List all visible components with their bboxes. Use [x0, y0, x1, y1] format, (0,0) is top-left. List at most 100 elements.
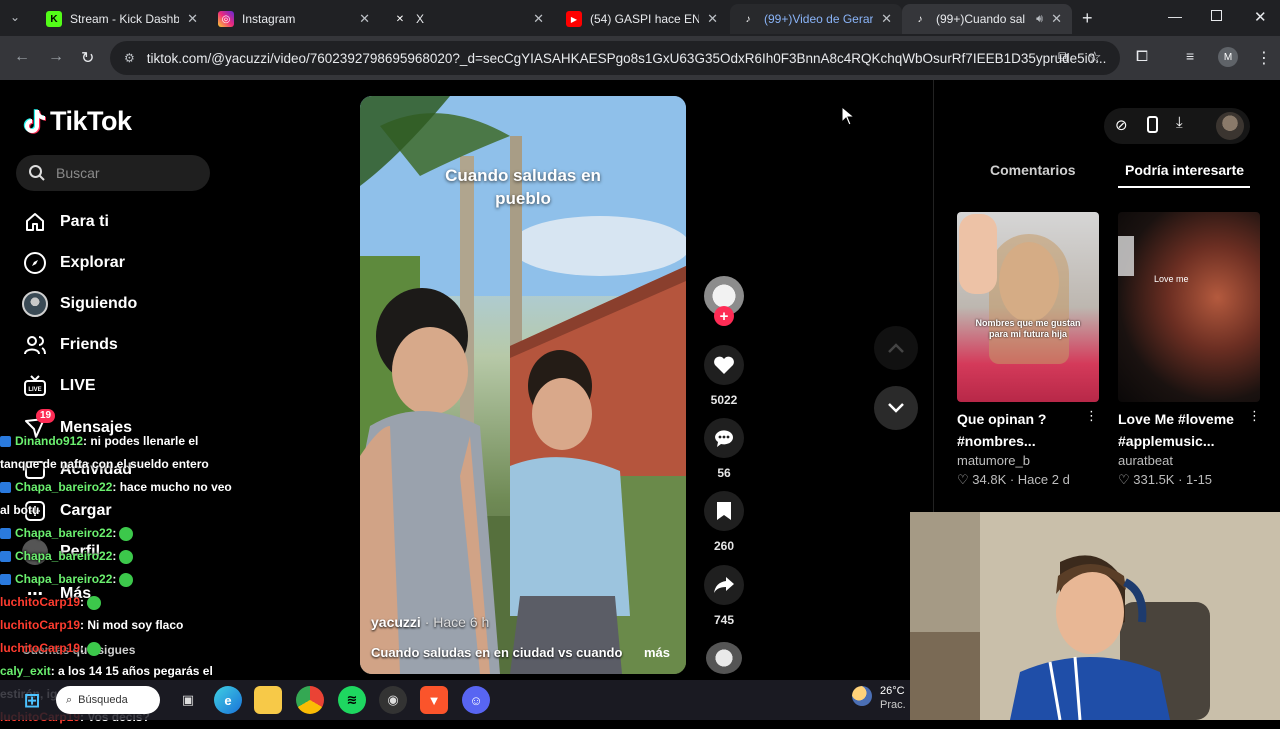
more-link[interactable]: más [644, 645, 670, 660]
chat-message: Chapa_bareiro22: [0, 545, 240, 568]
edge-icon[interactable]: e [214, 686, 242, 714]
suggested-video-thumbnail[interactable]: Nombres que me gustan para mi futura hij… [957, 212, 1099, 402]
taskbar-search-input[interactable]: ⌕ Búsqueda [56, 686, 160, 714]
nav-item-explorar[interactable]: Explorar [22, 249, 125, 277]
compass-small-icon[interactable]: ⊘ [1115, 116, 1128, 134]
extensions-icon[interactable]: ⧠ [1136, 48, 1148, 65]
suggested-video-user[interactable]: matumore_b [957, 453, 1099, 468]
download-icon[interactable]: ⤓ [1176, 114, 1183, 131]
obs-icon[interactable]: ◉ [379, 686, 407, 714]
kebab-menu-icon[interactable]: ⋮ [1248, 408, 1261, 424]
chat-username: luchitoCarp19 [0, 618, 81, 632]
chat-emote-icon [119, 526, 134, 541]
nav-item-friends[interactable]: Friends [22, 331, 118, 359]
heart-icon[interactable] [704, 345, 744, 385]
nav-item-live[interactable]: LIVE LIVE [22, 372, 96, 400]
brave-icon[interactable]: ▼ [420, 686, 448, 714]
thumbnail-light-strip [1118, 236, 1134, 276]
discord-icon[interactable]: ☺ [462, 686, 490, 714]
like-count: 5022 [710, 393, 738, 407]
tab-comentarios[interactable]: Comentarios [990, 162, 1076, 178]
next-video-button[interactable] [874, 386, 918, 430]
speaker-icon[interactable]: 🔊︎ [1036, 13, 1043, 26]
comment-icon[interactable] [704, 418, 744, 458]
chat-username: Dinando912 [15, 434, 84, 448]
browser-tab[interactable]: K Stream - Kick Dashbo ✕ [36, 4, 208, 34]
close-icon[interactable]: ✕ [707, 11, 718, 27]
bookmark-star-icon[interactable]: ☆ [1088, 48, 1101, 66]
windows-start-icon[interactable]: ⊞ [18, 686, 46, 714]
kebab-menu-icon[interactable]: ⋮ [1085, 408, 1098, 424]
suggested-video-card[interactable]: Love me Love Me #loveme #applemusic... a… [1118, 212, 1261, 488]
video-player[interactable]: Cuando saludas en pueblo yacuzzi · Hace … [360, 96, 686, 674]
browser-tab[interactable]: ♪ (99+)Video de Gerar ✕ [730, 4, 902, 34]
maximize-button[interactable] [1211, 10, 1222, 21]
chrome-icon[interactable] [296, 686, 324, 714]
window-close-button[interactable]: ✕ [1254, 8, 1267, 26]
follow-plus-button[interactable]: + [714, 306, 734, 326]
menu-kebab-icon[interactable]: ⋮ [1256, 48, 1272, 68]
back-arrow-icon[interactable]: ← [14, 48, 30, 66]
chat-text: : [80, 595, 85, 609]
close-icon[interactable]: ✕ [187, 11, 198, 27]
share-icon[interactable] [704, 565, 744, 605]
tab-search-button[interactable]: ⌄ [10, 10, 20, 24]
nav-item-para-ti[interactable]: Para ti [22, 208, 109, 236]
suggested-video-title[interactable]: Love Me #loveme #applemusic... [1118, 408, 1260, 452]
close-icon[interactable]: ✕ [1051, 11, 1062, 27]
minimize-button[interactable]: — [1168, 8, 1182, 24]
music-disc-icon[interactable] [706, 642, 742, 674]
following-avatar-icon [22, 291, 48, 317]
spotify-icon[interactable]: ≋ [338, 686, 366, 714]
live-icon: LIVE [22, 373, 48, 399]
suggested-video-user[interactable]: auratbeat [1118, 453, 1260, 468]
video-author-row: yacuzzi · Hace 6 h [371, 614, 489, 630]
video-description: Cuando saludas en en ciudad vs cuando [371, 645, 623, 660]
video-caption-overlay: Cuando saludas en pueblo [360, 164, 686, 210]
weather-widget[interactable]: 26°C Prac. [880, 684, 906, 712]
browser-tab[interactable]: ▶ (54) GASPI hace ENO ✕ [556, 4, 728, 34]
chat-username: Chapa_bareiro22 [15, 572, 113, 586]
suggested-video-thumbnail[interactable]: Love me [1118, 212, 1260, 402]
previous-video-button[interactable] [874, 326, 918, 370]
bookmark-icon[interactable] [704, 491, 744, 531]
browser-tab-active[interactable]: ♪ (99+)Cuando sal 🔊︎ ✕ [902, 4, 1072, 34]
chat-text: : [80, 641, 85, 655]
site-info-icon[interactable]: ⚙ [124, 51, 135, 65]
close-icon[interactable]: ✕ [359, 11, 370, 27]
new-tab-button[interactable]: + [1082, 8, 1093, 29]
browser-tab[interactable]: ✕ X ✕ [382, 4, 554, 34]
suggested-video-card[interactable]: Nombres que me gustan para mi futura hij… [957, 212, 1099, 488]
suggested-video-title[interactable]: Que opinan ? #nombres... [957, 408, 1099, 452]
share-action[interactable]: 745 [704, 565, 744, 627]
user-avatar[interactable] [1216, 112, 1244, 140]
install-app-icon[interactable]: ⧉ [1058, 48, 1068, 65]
address-bar[interactable]: ⚙ tiktok.com/@yacuzzi/video/760239279869… [110, 41, 1120, 75]
file-explorer-icon[interactable] [254, 686, 282, 714]
phone-icon[interactable] [1147, 116, 1158, 133]
nav-label: Siguiendo [60, 295, 138, 312]
task-view-icon[interactable]: ▣ [174, 686, 202, 714]
chat-emote-icon [119, 572, 134, 587]
nav-item-siguiendo[interactable]: Siguiendo [22, 290, 137, 318]
tab-title: (54) GASPI hace ENO [590, 12, 700, 26]
browser-tab[interactable]: ◎ Instagram ✕ [208, 4, 380, 34]
media-control-icon[interactable]: ≡ [1186, 48, 1194, 64]
suggested-video-meta: ♡ 34.8K · Hace 2 d [957, 472, 1070, 487]
tab-podria-interesarte[interactable]: Podría interesarte [1125, 162, 1244, 178]
close-icon[interactable]: ✕ [881, 11, 892, 27]
search-input[interactable]: Buscar [16, 155, 210, 191]
video-author[interactable]: yacuzzi [371, 614, 421, 630]
reload-icon[interactable]: ↻ [81, 48, 94, 68]
chat-username: Chapa_bareiro22 [15, 526, 113, 540]
tab-title: (99+)Video de Gerar [764, 12, 874, 26]
comment-action[interactable]: 56 [704, 418, 744, 480]
close-icon[interactable]: ✕ [533, 11, 544, 27]
profile-avatar[interactable]: M [1218, 47, 1238, 67]
save-action[interactable]: 260 [704, 491, 744, 553]
tiktok-icon: ♪ [745, 13, 751, 25]
tiktok-logo[interactable]: TikTok [22, 106, 132, 137]
forward-arrow-icon[interactable]: → [48, 48, 64, 66]
thumbnail-overlay-text: Love me [1154, 274, 1189, 284]
like-action[interactable]: 5022 [704, 345, 744, 407]
